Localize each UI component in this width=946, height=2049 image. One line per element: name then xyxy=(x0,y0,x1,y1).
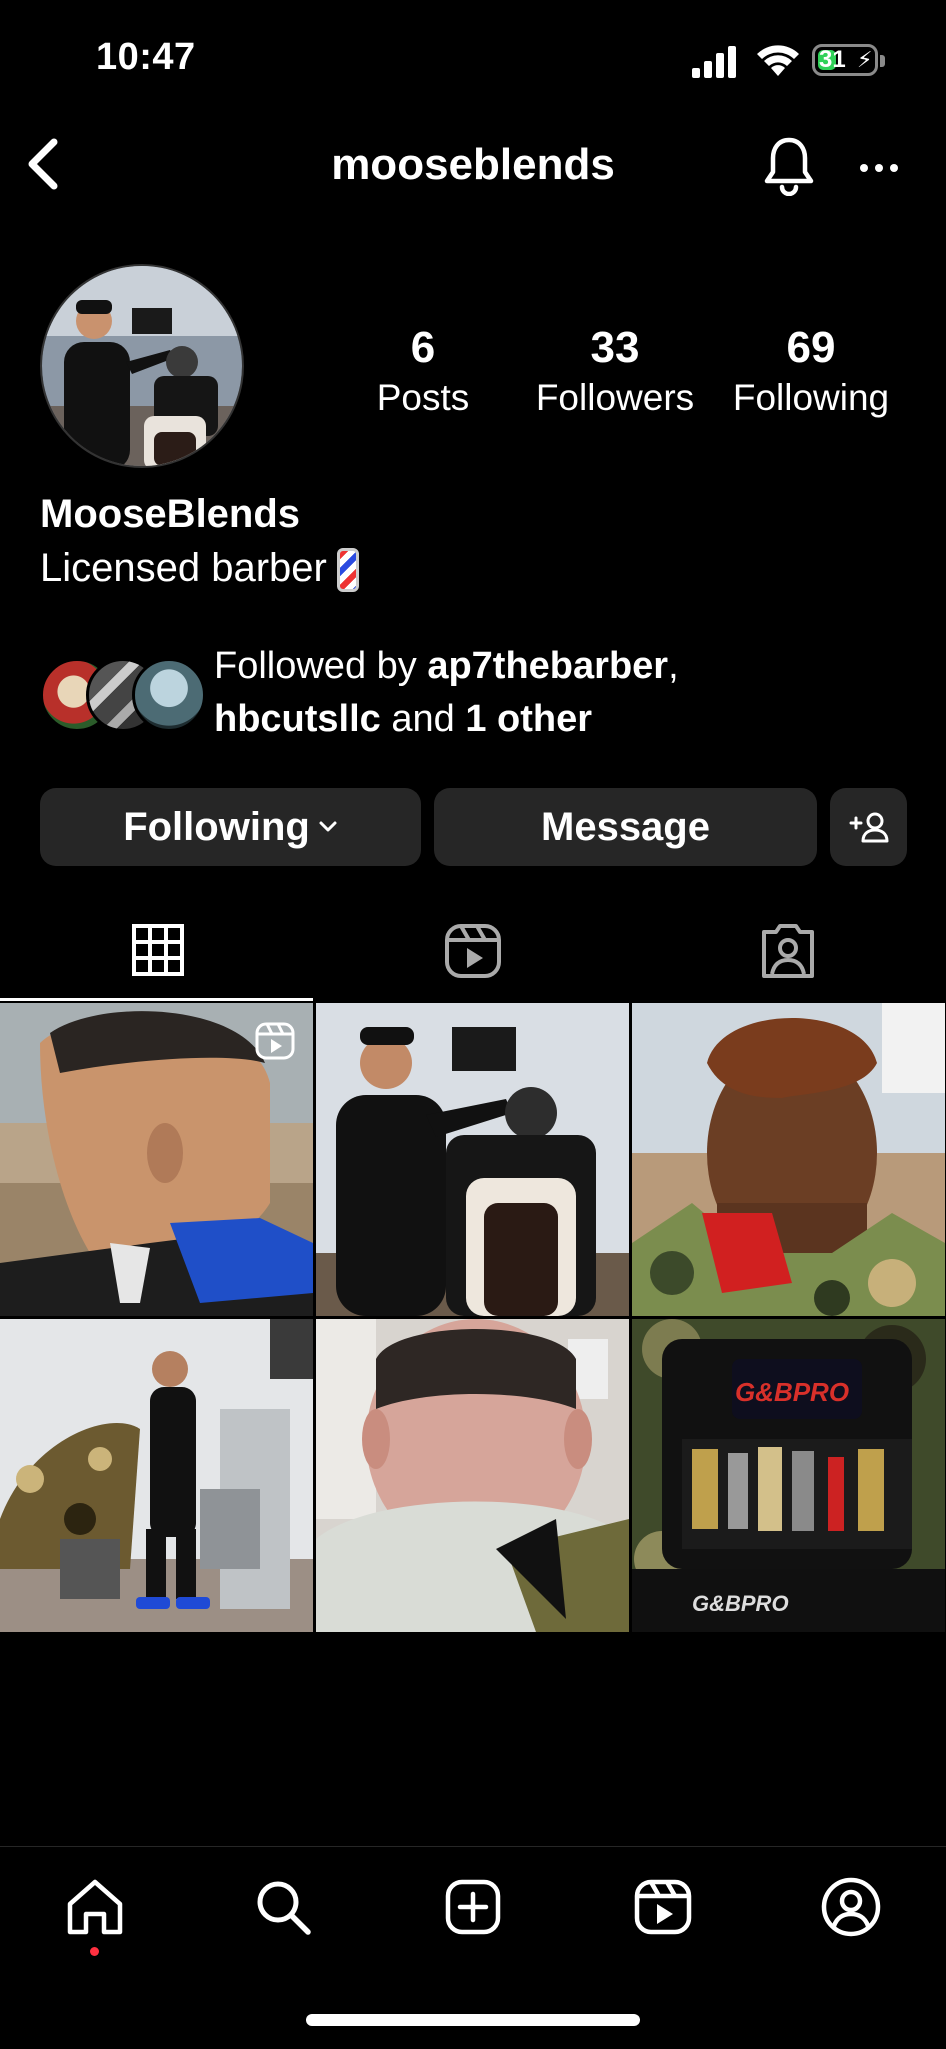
battery-cap xyxy=(880,55,885,67)
followed-by-prefix: Followed by xyxy=(214,645,428,687)
stat-following[interactable]: 69 Following xyxy=(718,322,904,422)
post-thumbnail[interactable]: G&BPRO G&BPRO xyxy=(632,1319,945,1632)
stat-posts[interactable]: 6 Posts xyxy=(344,322,502,422)
status-time: 10:47 xyxy=(96,36,196,78)
message-button[interactable]: Message xyxy=(434,788,817,866)
svg-text:G&BPRO: G&BPRO xyxy=(692,1591,789,1616)
reels-tab-icon[interactable] xyxy=(441,918,505,982)
mutual-others[interactable]: 1 other xyxy=(465,698,592,740)
wifi-icon xyxy=(757,45,799,76)
reels-icon[interactable] xyxy=(632,1876,694,1938)
tagged-tab-icon[interactable] xyxy=(756,918,820,982)
posts-count: 6 xyxy=(410,323,436,372)
following-button-label: Following xyxy=(123,804,310,849)
post-thumbnail[interactable] xyxy=(316,1003,629,1316)
followers-label: Followers xyxy=(535,377,695,418)
post-thumbnail[interactable] xyxy=(0,1003,313,1316)
mutual-avatar-3 xyxy=(132,658,206,732)
add-person-icon xyxy=(849,812,888,843)
grid-icon[interactable] xyxy=(126,918,190,982)
followed-by-and: and xyxy=(380,698,466,740)
message-button-label: Message xyxy=(541,804,710,849)
post-thumbnail[interactable] xyxy=(632,1003,945,1316)
post-thumbnail[interactable] xyxy=(316,1319,629,1632)
suggested-users-button[interactable] xyxy=(830,788,907,866)
chevron-down-icon xyxy=(319,821,337,832)
following-count: 69 xyxy=(786,323,836,372)
followers-count: 33 xyxy=(590,323,640,372)
following-label: Following xyxy=(732,377,890,418)
mutual-user-1[interactable]: ap7thebarber xyxy=(427,645,668,687)
bio-text: Licensed barber xyxy=(40,546,327,590)
home-indicator-bar[interactable] xyxy=(306,2014,640,2026)
search-icon[interactable] xyxy=(252,1876,314,1938)
home-notification-dot xyxy=(90,1947,99,1956)
cellular-signal-icon xyxy=(692,46,736,78)
battery-level: 31 xyxy=(819,46,846,73)
profile-icon[interactable] xyxy=(820,1876,882,1938)
followed-by-separator: , xyxy=(668,645,679,687)
barber-pole-icon xyxy=(336,548,359,593)
active-tab-indicator xyxy=(0,998,313,1001)
more-options-icon[interactable] xyxy=(858,150,900,186)
stat-followers[interactable]: 33 Followers xyxy=(522,322,708,422)
display-name: MooseBlends xyxy=(40,492,301,536)
svg-text:G&BPRO: G&BPRO xyxy=(735,1377,849,1407)
mutual-followers-avatars[interactable] xyxy=(40,658,206,732)
charging-bolt-icon: ⚡ xyxy=(857,47,873,72)
notifications-bell-icon[interactable] xyxy=(762,134,816,196)
battery-indicator: 31 ⚡ xyxy=(812,44,878,76)
following-button[interactable]: Following xyxy=(40,788,421,866)
profile-avatar[interactable] xyxy=(40,264,244,468)
followed-by-text[interactable]: Followed by ap7thebarber, hbcutsllc and … xyxy=(214,640,679,746)
mutual-user-2[interactable]: hbcutsllc xyxy=(214,698,381,740)
post-thumbnail[interactable] xyxy=(0,1319,313,1632)
create-icon[interactable] xyxy=(442,1876,504,1938)
posts-label: Posts xyxy=(376,377,470,418)
home-icon[interactable] xyxy=(64,1876,126,1938)
reel-badge-icon xyxy=(255,1022,295,1060)
bio: Licensed barber xyxy=(40,546,359,593)
